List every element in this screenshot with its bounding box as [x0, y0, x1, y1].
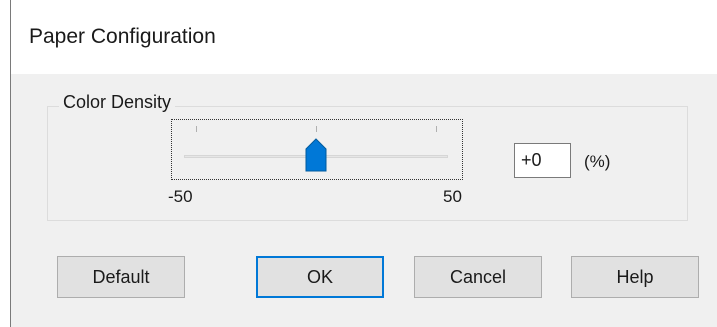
dialog-title: Paper Configuration [29, 25, 216, 48]
slider-tick-max [436, 126, 437, 132]
slider-min-label: -50 [168, 187, 193, 206]
color-density-slider[interactable] [171, 119, 463, 180]
slider-thumb-icon[interactable] [305, 138, 327, 172]
percent-unit-label: (%) [584, 152, 611, 171]
help-button[interactable]: Help [571, 256, 699, 298]
slider-tick-mid [316, 126, 317, 132]
default-button[interactable]: Default [57, 256, 185, 298]
slider-tick-min [196, 126, 197, 132]
ok-button[interactable]: OK [256, 256, 384, 298]
slider-max-label: 50 [443, 187, 462, 206]
color-density-label: Color Density [59, 92, 176, 113]
color-density-value-field[interactable]: +0 [514, 143, 571, 178]
title-bar: Paper Configuration [11, 0, 717, 74]
paper-configuration-dialog: Paper Configuration Color Density -50 50… [10, 0, 717, 327]
cancel-button[interactable]: Cancel [414, 256, 542, 298]
